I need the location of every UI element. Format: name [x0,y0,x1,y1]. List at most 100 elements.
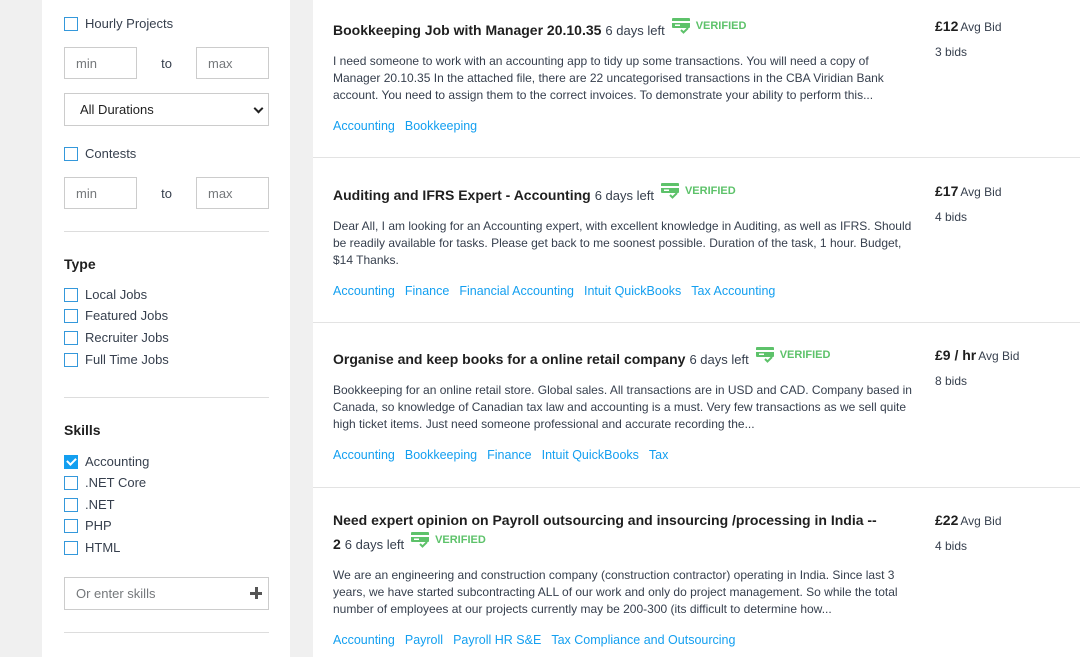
skill-label: Accounting [85,454,150,469]
job-description: Bookkeeping for an online retail store. … [333,383,912,431]
job-title-line: Auditing and IFRS Expert - Accounting 6 d… [333,181,893,206]
divider [313,322,1080,323]
job-list: Bookkeeping Job with Manager 20.10.35 6 d… [313,0,1080,657]
tag-link[interactable]: Tax Compliance and Outsourcing [551,633,735,647]
skill-html[interactable]: HTML [64,540,120,555]
verified-label: VERIFIED [695,20,747,32]
tag-link[interactable]: Finance [487,448,531,462]
tag-link[interactable]: Bookkeeping [405,448,477,462]
bid-amount: £9 / hr [935,347,977,363]
type-featured-jobs[interactable]: Featured Jobs [64,308,168,323]
tag-link[interactable]: Tax Accounting [691,284,775,298]
tag-link[interactable]: Payroll HR S&E [453,633,541,647]
verified-badge: VERIFIED [671,16,747,36]
bid-count: 4 bids [935,539,968,553]
hourly-projects-checkbox[interactable]: Hourly Projects [64,16,173,31]
job-tags: Accounting Payroll Payroll HR S&E Tax Compl… [333,633,745,647]
hourly-range: min to max [64,47,269,79]
type-recruiter-jobs[interactable]: Recruiter Jobs [64,330,169,345]
job-title-line: Bookkeeping Job with Manager 20.10.35 6 d… [333,16,893,41]
bid-count: 8 bids [935,374,968,388]
checkbox-box[interactable] [64,330,78,345]
bid-amount: £22 [935,512,959,528]
days-left: 6 days left [689,352,749,367]
checkbox-box[interactable] [64,497,78,512]
skill-php[interactable]: PHP [64,518,112,533]
job-title-link[interactable]: Auditing and IFRS Expert - Accounting [333,187,591,203]
checkbox-box[interactable] [64,475,78,490]
skill-label: PHP [85,518,112,533]
checkbox-box[interactable] [64,518,78,533]
bid-count: 4 bids [935,210,968,224]
job-title-line: Need expert opinion on Payroll outsourci… [333,510,898,555]
tag-link[interactable]: Bookkeeping [405,119,477,133]
type-section-title: Type [64,256,96,272]
verified-badge: VERIFIED [755,345,830,365]
days-left: 6 days left [594,188,654,203]
tag-link[interactable]: Accounting [333,633,395,647]
bid-amount: £12 [935,18,959,34]
verified-payment-icon [755,347,774,363]
bid-amount: £17 [935,183,959,199]
avg-bid: £12 Avg Bid [935,18,1002,34]
checkbox-box[interactable] [64,146,78,161]
avg-bid-label: Avg Bid [960,20,1002,34]
verified-label: VERIFIED [435,534,486,546]
tag-link[interactable]: Tax [649,448,668,462]
job-title-line: Organise and keep books for a online ret… [333,345,893,370]
verified-payment-icon [411,532,430,548]
contests-checkbox[interactable]: Contests [64,146,136,161]
checkbox-box[interactable] [64,308,78,323]
tag-link[interactable]: Finance [405,284,449,298]
job-title-link[interactable]: Organise and keep books for a online ret… [333,351,685,367]
checkbox-box[interactable] [64,16,78,31]
divider [64,397,269,398]
tag-link[interactable]: Intuit QuickBooks [584,284,681,298]
divider [313,487,1080,488]
type-label: Recruiter Jobs [85,330,169,345]
type-local-jobs[interactable]: Local Jobs [64,287,147,302]
divider [313,157,1080,158]
tag-link[interactable]: Accounting [333,284,395,298]
checkbox-box[interactable] [64,287,78,302]
tag-link[interactable]: Accounting [333,119,395,133]
avg-bid-label: Avg Bid [960,514,1002,528]
skills-section-title: Skills [64,422,101,438]
job-tags: Accounting Finance Financial Accounting Int… [333,284,785,298]
duration-select[interactable]: All Durations [64,93,269,126]
checkbox-box[interactable] [64,540,78,555]
plus-icon[interactable] [250,587,262,599]
skill-label: .NET [85,497,115,512]
checkbox-box[interactable] [64,352,78,367]
skill-net-core[interactable]: .NET Core [64,475,146,490]
type-full-time-jobs[interactable]: Full Time Jobs [64,352,169,367]
skill-input[interactable]: Or enter skills [64,577,269,610]
verified-payment-icon [660,183,679,199]
job-title-link[interactable]: Bookkeeping Job with Manager 20.10.35 [333,22,601,38]
contest-min-input[interactable]: min [64,177,137,209]
verified-badge: VERIFIED [660,181,736,201]
avg-bid-label: Avg Bid [978,349,1020,363]
skill-accounting[interactable]: Accounting [64,454,149,469]
tag-link[interactable]: Intuit QuickBooks [542,448,639,462]
contests-label: Contests [85,146,137,161]
type-label: Featured Jobs [85,308,169,323]
job-tags: Accounting Bookkeeping Finance Intuit Quick… [333,448,678,462]
job-description: We are an engineering and construction c… [333,568,898,616]
verified-payment-icon [671,18,690,34]
tag-link[interactable]: Financial Accounting [459,284,574,298]
tag-link[interactable]: Accounting [333,448,395,462]
contest-max-input[interactable]: max [196,177,269,209]
tag-link[interactable]: Payroll [405,633,443,647]
hourly-max-input[interactable]: max [196,47,269,79]
to-label: to [161,55,172,71]
checkbox-checked[interactable] [64,454,78,469]
skill-input-placeholder: Or enter skills [76,586,156,601]
hourly-min-input[interactable]: min [64,47,137,79]
avg-bid: £9 / hr Avg Bid [935,347,1019,363]
contest-range: min to max [64,177,269,209]
skill-net[interactable]: .NET [64,497,115,512]
avg-bid: £22 Avg Bid [935,512,1002,528]
skill-label: .NET Core [85,475,147,490]
verified-label: VERIFIED [684,185,736,197]
